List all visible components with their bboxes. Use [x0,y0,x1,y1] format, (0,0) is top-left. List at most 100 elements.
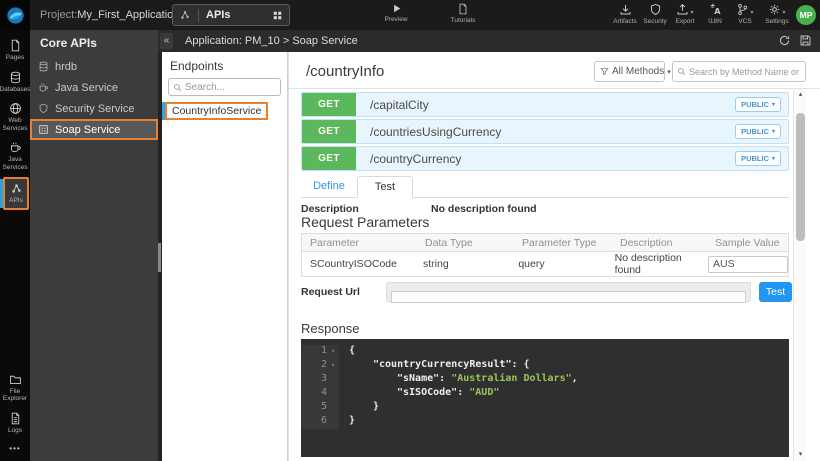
line-number: 2 [301,359,327,373]
more-options-icon[interactable]: ••• [0,438,30,455]
fold-caret-icon[interactable]: ▾ [327,345,339,359]
request-url-input[interactable] [391,291,746,303]
panel-scrollbar-thumb[interactable] [158,243,161,272]
sidebar-item-label: Pages [6,54,24,62]
code-line: 4"sISOCode": "AUD" [301,387,789,401]
sidebar-item-file-explorer[interactable]: File Explorer [0,368,30,407]
method-search[interactable] [672,61,806,82]
method-row-countries-using-currency[interactable]: GET /countriesUsingCurrency PUBLIC ▾ [301,119,789,144]
response-code-editor[interactable]: 1▾{ 2▾"countryCurrencyResult": { 3"sName… [301,339,789,457]
method-path: /countriesUsingCurrency [370,120,501,143]
chevron-down-icon: ▾ [772,101,775,108]
sidebar-item-databases[interactable]: Databases [0,66,30,98]
core-api-item-label: Java Service [55,82,118,94]
save-icon[interactable] [799,34,812,47]
translate-icon: A [709,3,722,16]
column-header: Data Type [417,234,514,251]
code-text: : { [511,359,529,370]
preview-button[interactable]: Preview [376,3,416,23]
collapse-panel-button[interactable]: « [160,33,173,49]
get-method-badge[interactable]: GET [302,147,356,170]
column-header: Description [612,234,707,251]
endpoints-search[interactable] [168,78,281,96]
scroll-down-arrow[interactable]: ▾ [794,449,807,461]
endpoints-title: Endpoints [162,52,287,77]
tab-define[interactable]: Define [301,176,357,197]
settings-button[interactable]: ▾ Settings [760,3,794,25]
sidebar-item-label: Logs [8,427,22,435]
sidebar-item-label: APIs [9,197,23,205]
refresh-icon[interactable] [778,34,791,47]
main-scrollbar[interactable]: ▴ ▾ [793,89,806,461]
methods-filter-dropdown[interactable]: All Methods ▾ [594,61,665,82]
code-key: "sISOCode" [397,387,457,398]
access-label: PUBLIC [741,100,769,109]
sidebar-item-label: Databases [0,86,31,94]
activity-bar-bottom: File Explorer Logs ••• [0,368,30,456]
sidebar-item-label: Java Services [1,156,29,171]
access-dropdown[interactable]: PUBLIC ▾ [735,151,781,166]
sidebar-item-web-services[interactable]: Web Services [0,97,30,136]
artifacts-button[interactable]: Artifacts [610,3,640,25]
access-dropdown[interactable]: PUBLIC ▾ [735,124,781,139]
endpoints-search-input[interactable] [185,82,275,93]
methods-filter-label: All Methods [612,66,664,77]
fold-spacer [327,387,339,401]
search-icon [677,67,686,76]
table-header-row: Parameter Data Type Parameter Type Descr… [302,234,788,252]
core-api-item-java-service[interactable]: Java Service [30,77,158,98]
tutorials-button[interactable]: Tutorials [440,3,486,24]
tab-test[interactable]: Test [357,176,413,198]
security-label: Security [643,18,666,25]
method-row-country-currency[interactable]: GET /countryCurrency PUBLIC ▾ [301,146,789,171]
method-detail-tabs: Define Test [301,176,789,198]
test-button[interactable]: Test [759,282,792,302]
core-api-item-soap-service[interactable]: Soap Service [30,119,158,140]
core-api-item-hrdb[interactable]: hrdb [30,56,158,77]
sidebar-item-java-services[interactable]: Java Services [0,136,30,175]
fold-caret-icon[interactable]: ▾ [327,359,339,373]
method-search-input[interactable] [689,67,801,77]
code-key: "countryCurrencyResult" [373,359,511,370]
request-url-label: Request Url [301,286,360,298]
vcs-button[interactable]: ▾ VCS [730,3,760,25]
i18n-button[interactable]: A I18N [700,3,730,25]
main-content: /countryInfo All Methods ▾ GET /capitalC… [288,52,820,461]
get-method-badge[interactable]: GET [302,93,356,116]
endpoint-list-item[interactable]: CountryInfoService [162,102,287,120]
endpoint-item-label: CountryInfoService [165,102,268,120]
line-number: 5 [301,401,327,415]
export-button[interactable]: ▾ Export [670,3,700,25]
code-text: : [439,373,451,384]
access-label: PUBLIC [741,154,769,163]
sample-value-input[interactable] [708,256,788,273]
description-value: No description found [431,203,537,215]
code-line: 6} [301,415,789,429]
security-button[interactable]: Security [640,3,670,25]
get-method-badge[interactable]: GET [302,120,356,143]
database-icon [9,71,22,84]
api-nodes-icon [179,9,191,21]
user-avatar[interactable]: MP [796,5,816,25]
sidebar-item-logs[interactable]: Logs [0,407,30,439]
core-api-item-security-service[interactable]: Security Service [30,98,158,119]
fold-spacer [327,373,339,387]
database-icon [38,61,49,72]
method-row-capital-city[interactable]: GET /capitalCity PUBLIC ▾ [301,92,789,117]
endpoints-panel: Endpoints CountryInfoService [162,52,288,461]
chevron-down-icon: ▾ [782,9,785,16]
scroll-up-arrow[interactable]: ▴ [794,89,807,101]
brand-logo[interactable] [0,0,30,30]
tab-divider [198,9,199,22]
apis-workspace-tab[interactable]: APIs [172,4,290,26]
scrollbar-thumb[interactable] [796,113,805,241]
code-text: } [349,415,355,426]
activity-bar: Pages Databases Web Services [0,30,30,461]
access-dropdown[interactable]: PUBLIC ▾ [735,97,781,112]
fold-spacer [327,401,339,415]
apis-tab-label: APIs [206,9,230,21]
sidebar-item-pages[interactable]: Pages [0,34,30,66]
app-window: Project:My_First_Application › APIs [0,0,820,461]
sidebar-item-apis[interactable]: APIs [3,177,29,210]
grid-icon[interactable] [272,10,283,21]
